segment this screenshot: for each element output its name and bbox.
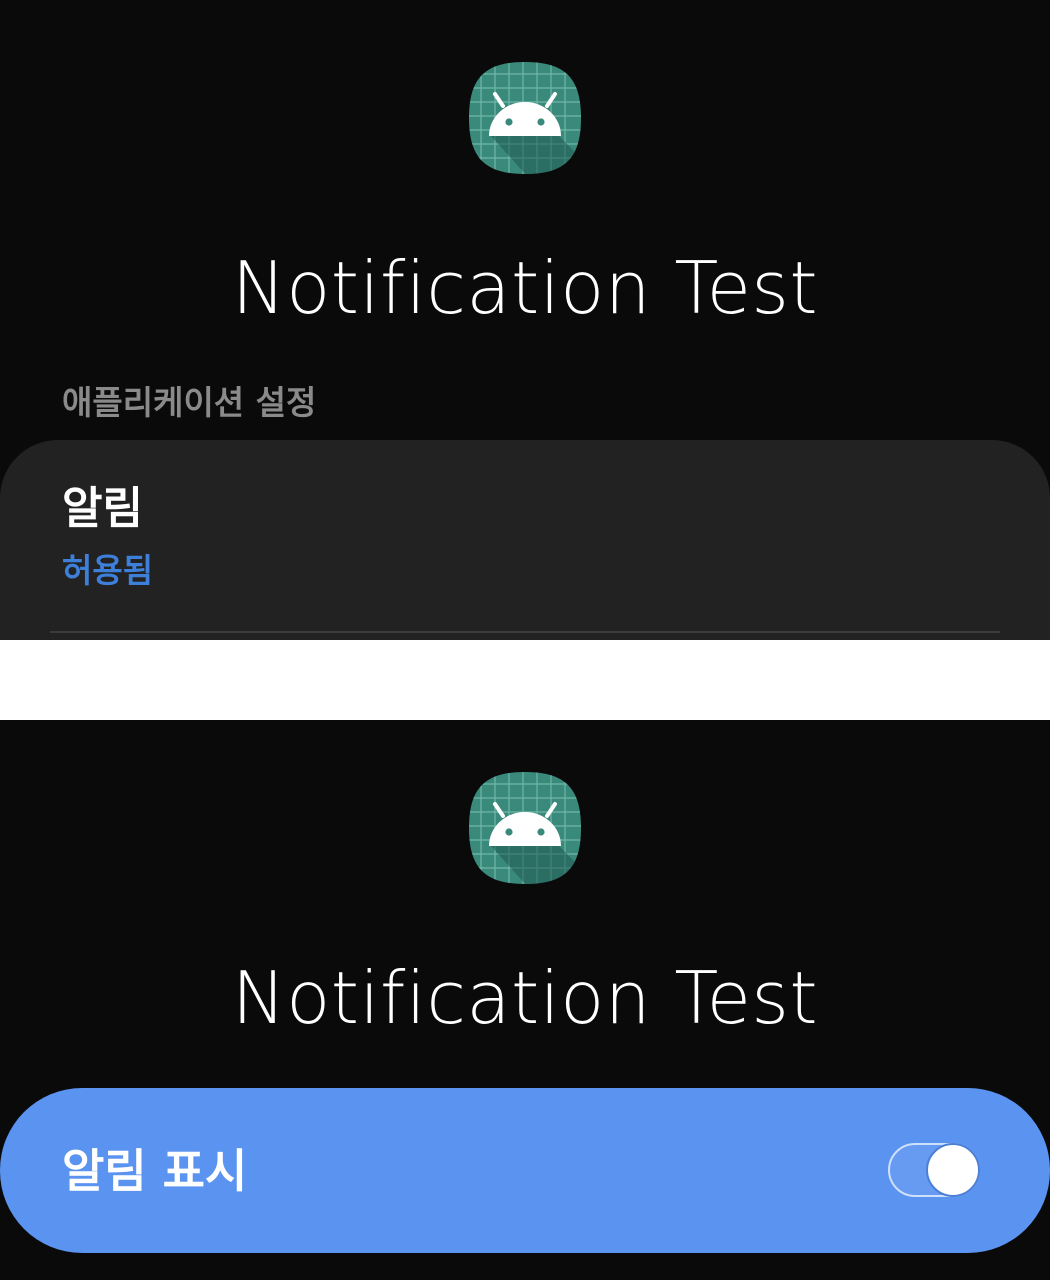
show-notifications-switch-bar[interactable]: 알림 표시 <box>0 1088 1050 1253</box>
show-notifications-toggle[interactable] <box>888 1143 980 1197</box>
android-app-icon <box>467 60 583 176</box>
app-title: Notification Test <box>231 956 819 1040</box>
app-title: Notification Test <box>231 246 819 330</box>
settings-card: 알림 허용됨 <box>0 440 1050 640</box>
android-app-icon <box>467 770 583 886</box>
app-info-screen: Notification Test 애플리케이션 설정 알림 허용됨 <box>0 0 1050 640</box>
divider <box>50 631 1000 633</box>
toggle-thumb <box>926 1143 980 1197</box>
notifications-item-status: 허용됨 <box>62 551 154 590</box>
section-header: 애플리케이션 설정 <box>62 383 317 422</box>
notifications-setting-item[interactable]: 알림 허용됨 <box>0 440 1050 630</box>
notifications-item-title: 알림 <box>62 483 143 534</box>
notification-settings-screen: Notification Test 알림 표시 <box>0 720 1050 1280</box>
show-notifications-label: 알림 표시 <box>62 1144 248 1198</box>
